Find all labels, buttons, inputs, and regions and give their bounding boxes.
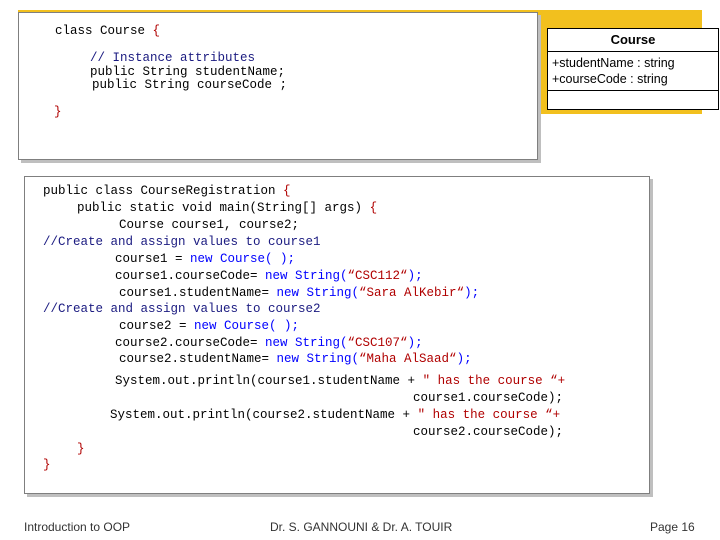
code-line: course1.studentName= new String(“Sara Al… <box>119 286 480 300</box>
code-brace: } <box>77 442 85 456</box>
code-line: System.out.println(course1.studentName +… <box>115 374 566 388</box>
code-line: public static void main(String[] args) { <box>77 201 378 215</box>
code-comment: //Create and assign values to course2 <box>43 302 321 316</box>
code-line: course2.courseCode= new String(“CSC107“)… <box>115 336 423 350</box>
footer-course-title: Introduction to OOP <box>24 520 131 534</box>
footer-page-number: Page 16 <box>650 520 695 534</box>
code-brace: } <box>43 458 51 472</box>
code-line: System.out.println(course2.studentName +… <box>110 408 561 422</box>
code-line: Course course1, course2; <box>119 218 300 232</box>
code-line: public String courseCode ; <box>92 78 288 92</box>
code-line: course1.courseCode= new String(“CSC112“)… <box>115 269 423 283</box>
code-line: course1 = new Course( ); <box>115 252 296 266</box>
code-line: class Course { <box>55 24 161 38</box>
uml-class-diagram: Course +studentName : string +courseCode… <box>547 28 719 110</box>
code-line: course2.studentName= new String(“Maha Al… <box>119 352 472 366</box>
uml-attributes: +studentName : string +courseCode : stri… <box>548 52 718 91</box>
code-brace: } <box>54 105 62 119</box>
code-line: course2 = new Course( ); <box>119 319 300 333</box>
code-line: course2.courseCode); <box>413 425 564 439</box>
code-line: public class CourseRegistration { <box>43 184 291 198</box>
code-line: course1.courseCode); <box>413 391 564 405</box>
code-comment: //Create and assign values to course1 <box>43 235 321 249</box>
uml-class-name: Course <box>548 29 718 52</box>
footer-authors: Dr. S. GANNOUNI & Dr. A. TOUIR <box>270 520 453 534</box>
uml-attribute: +courseCode : string <box>552 72 668 86</box>
uml-attribute: +studentName : string <box>552 56 675 70</box>
